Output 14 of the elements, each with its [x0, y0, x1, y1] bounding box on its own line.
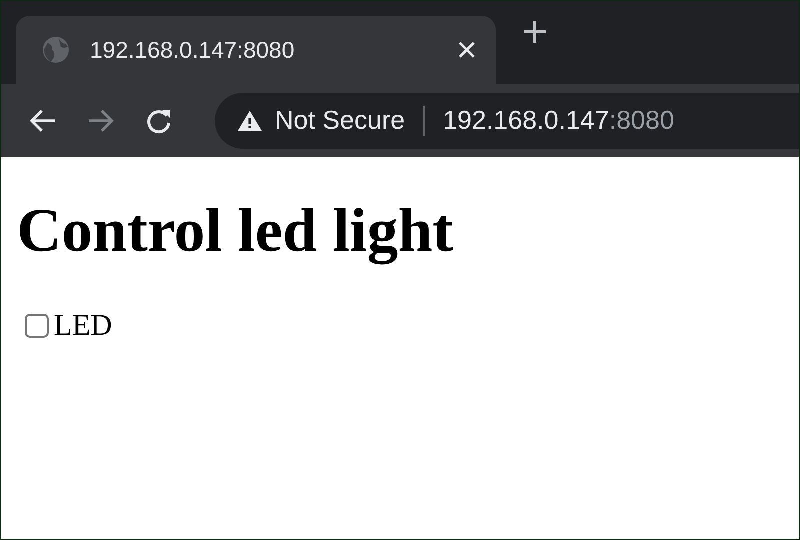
back-arrow-icon[interactable] [29, 108, 57, 132]
warning-icon [237, 110, 263, 132]
close-icon[interactable] [458, 41, 476, 59]
page-heading: Control led light [17, 197, 454, 266]
plus-icon[interactable] [522, 19, 548, 45]
checkbox-label: LED [54, 309, 112, 344]
browser-tab[interactable]: 192.168.0.147:8080 [16, 16, 496, 84]
address-bar[interactable]: Not Secure 192.168.0.147:8080 [215, 92, 799, 148]
security-label: Not Secure [275, 105, 406, 136]
globe-icon [42, 36, 70, 64]
url-text: 192.168.0.147:8080 [443, 105, 674, 136]
forward-arrow-icon[interactable] [87, 108, 115, 132]
led-checkbox[interactable] [25, 314, 49, 338]
tab-title: 192.168.0.147:8080 [90, 36, 296, 64]
